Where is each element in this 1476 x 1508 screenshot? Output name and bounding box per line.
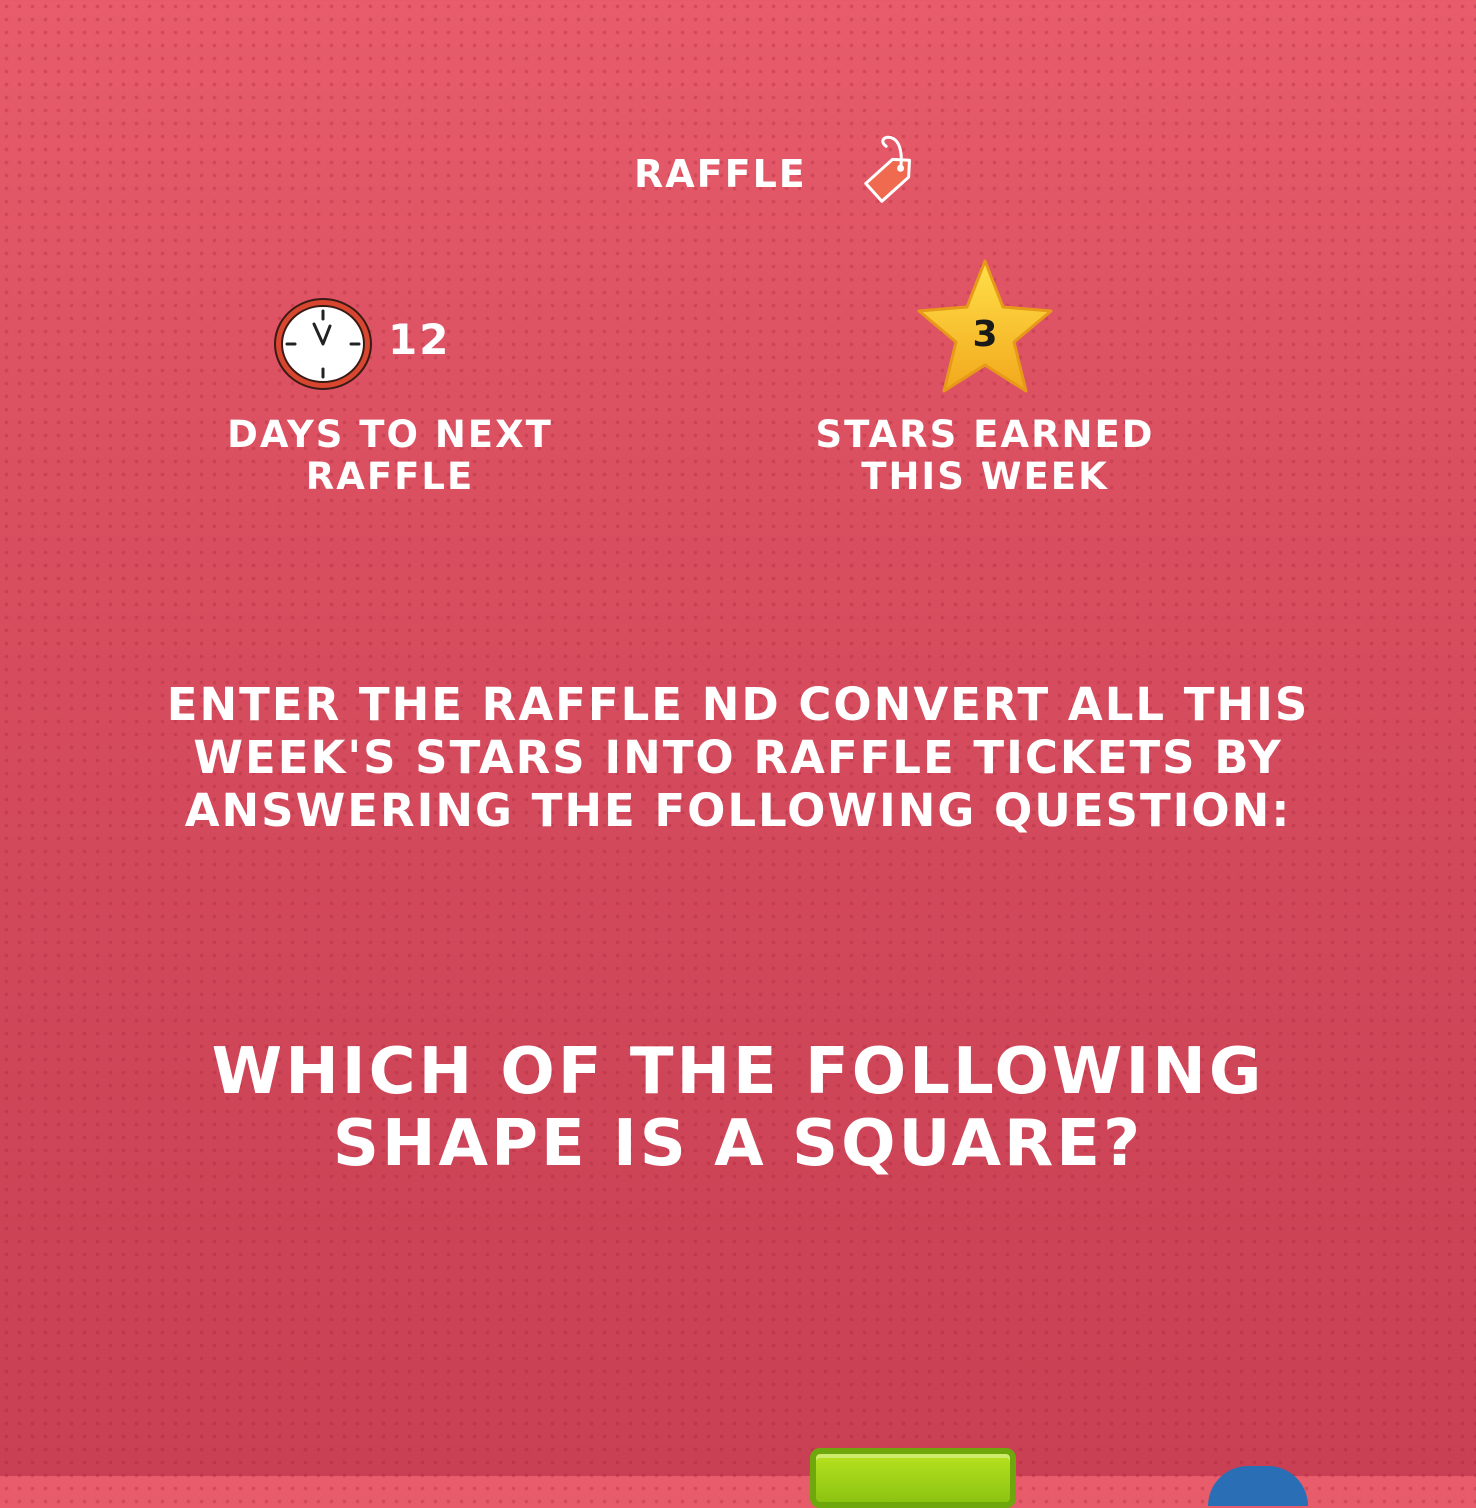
days-count: 12 xyxy=(388,315,451,364)
days-label: DAYS TO NEXT RAFFLE xyxy=(227,413,553,498)
stars-earned: 3 STARS EARNED THIS WEEK xyxy=(790,255,1180,520)
answer-option-button[interactable] xyxy=(810,1448,1016,1508)
page-title: RAFFLE xyxy=(634,152,807,196)
raffle-instructions: ENTER THE RAFFLE ND CONVERT ALL THIS WEE… xyxy=(166,678,1310,837)
clock-icon xyxy=(274,298,372,390)
days-to-next-raffle: 12 DAYS TO NEXT RAFFLE xyxy=(200,290,580,520)
stars-count: 3 xyxy=(972,314,998,355)
round-action-button[interactable] xyxy=(1208,1466,1308,1506)
quiz-question: WHICH OF THE FOLLOWING SHAPE IS A SQUARE… xyxy=(211,1035,1265,1181)
raffle-header: RAFFLE xyxy=(0,132,1476,212)
price-tag-icon xyxy=(864,135,911,203)
stars-label: STARS EARNED THIS WEEK xyxy=(815,413,1155,498)
